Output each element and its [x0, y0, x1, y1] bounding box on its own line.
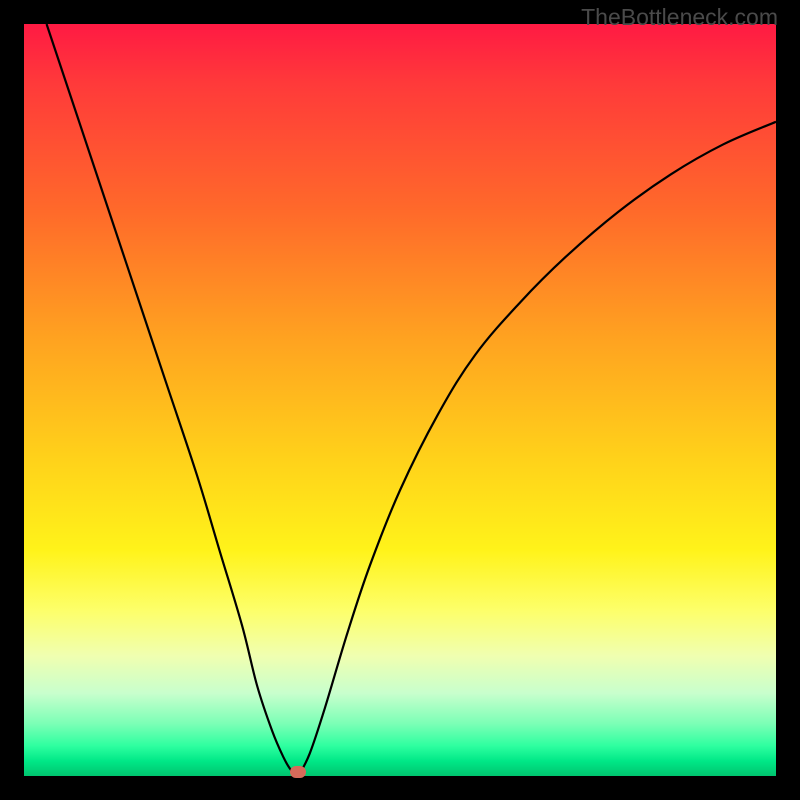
chart-area: [24, 24, 776, 776]
curve-left-branch: [47, 24, 299, 776]
curve-right-branch: [298, 122, 776, 776]
optimum-marker: [290, 766, 306, 778]
bottleneck-curve: [24, 24, 776, 776]
watermark-text: TheBottleneck.com: [581, 4, 778, 31]
